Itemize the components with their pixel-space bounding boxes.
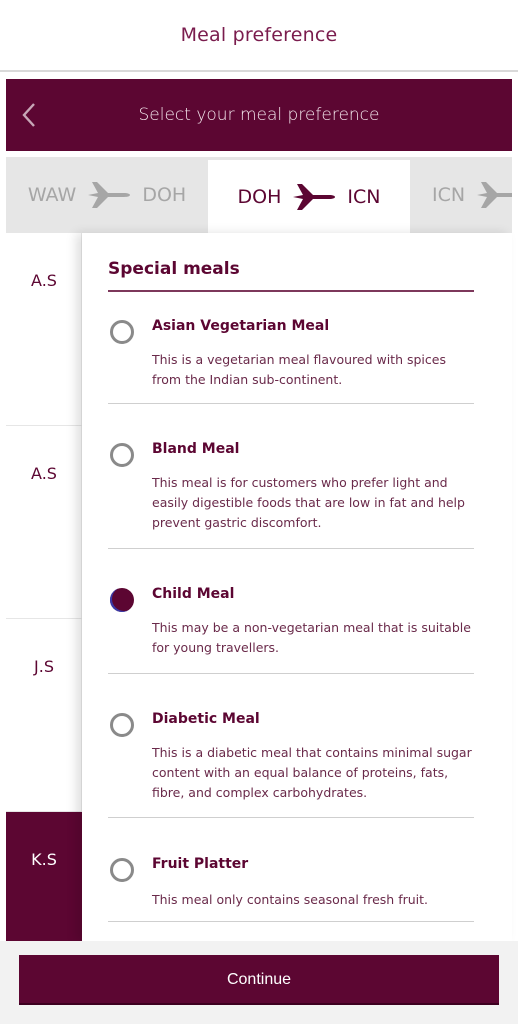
meal-name: Fruit Platter xyxy=(152,856,249,872)
meal-name: Child Meal xyxy=(152,586,235,602)
sub-header: Select your meal preference xyxy=(6,79,512,151)
meal-description: This may be a non-vegetarian meal that i… xyxy=(152,620,471,655)
meal-name: Asian Vegetarian Meal xyxy=(152,318,330,334)
plane-icon xyxy=(291,180,337,214)
passenger-list: A.S A.S J.S K.S xyxy=(6,233,82,941)
meal-option[interactable]: Asian Vegetarian Meal This is a vegetari… xyxy=(108,293,474,404)
app-header: Meal preference xyxy=(0,0,518,72)
passenger-initials: A.S xyxy=(31,271,57,290)
footer-bar: Continue xyxy=(0,941,518,1024)
radio-button[interactable] xyxy=(110,858,134,882)
radio-button[interactable] xyxy=(110,713,134,737)
chevron-left-icon xyxy=(22,103,35,127)
tab-segment-waw-doh[interactable]: WAW DOH xyxy=(6,157,208,233)
meal-option[interactable]: Diabetic Meal This is a diabetic meal th… xyxy=(108,674,474,818)
segment-origin: WAW xyxy=(27,184,77,206)
tab-segment-icn[interactable]: ICN xyxy=(410,157,512,233)
meal-description: This is a vegetarian meal flavoured with… xyxy=(152,352,446,387)
plane-icon xyxy=(475,178,512,212)
radio-button[interactable] xyxy=(110,320,134,344)
radio-button-checked[interactable] xyxy=(110,588,134,612)
passenger-item-selected[interactable]: K.S xyxy=(6,812,82,941)
segment-destination: DOH xyxy=(142,184,187,206)
passenger-item[interactable]: A.S xyxy=(6,233,82,426)
passenger-initials: A.S xyxy=(31,464,57,483)
meal-option-selected[interactable]: Child Meal This may be a non-vegetarian … xyxy=(108,549,474,674)
meal-description: This meal only contains seasonal fresh f… xyxy=(152,892,429,907)
segment-origin: DOH xyxy=(237,185,282,208)
meal-option[interactable]: Fruit Platter This meal only contains se… xyxy=(108,818,474,922)
continue-button[interactable]: Continue xyxy=(19,955,499,1005)
back-button[interactable] xyxy=(18,101,40,129)
passenger-item[interactable]: A.S xyxy=(6,426,82,619)
radio-button[interactable] xyxy=(110,443,134,467)
meal-option[interactable]: Bland Meal This meal is for customers wh… xyxy=(108,404,474,549)
passenger-item[interactable]: J.S xyxy=(6,619,82,812)
meal-description: This is a diabetic meal that contains mi… xyxy=(152,745,472,800)
sub-header-title: Select your meal preference xyxy=(138,105,380,125)
section-title: Special meals xyxy=(108,259,240,279)
meal-options-panel: Special meals Asian Vegetarian Meal This… xyxy=(82,233,512,941)
page-title: Meal preference xyxy=(180,24,338,46)
segment-destination: ICN xyxy=(347,185,381,208)
flight-segment-tabs: WAW DOH DOH ICN ICN xyxy=(6,157,512,233)
meal-description: This meal is for customers who prefer li… xyxy=(152,475,465,530)
meal-name: Diabetic Meal xyxy=(152,711,260,727)
passenger-initials: K.S xyxy=(31,850,57,869)
tab-segment-doh-icn[interactable]: DOH ICN xyxy=(208,160,410,233)
passenger-initials: J.S xyxy=(34,657,54,676)
segment-origin: ICN xyxy=(432,184,466,206)
meal-name: Bland Meal xyxy=(152,441,240,457)
section-divider xyxy=(108,290,474,292)
plane-icon xyxy=(86,178,132,212)
